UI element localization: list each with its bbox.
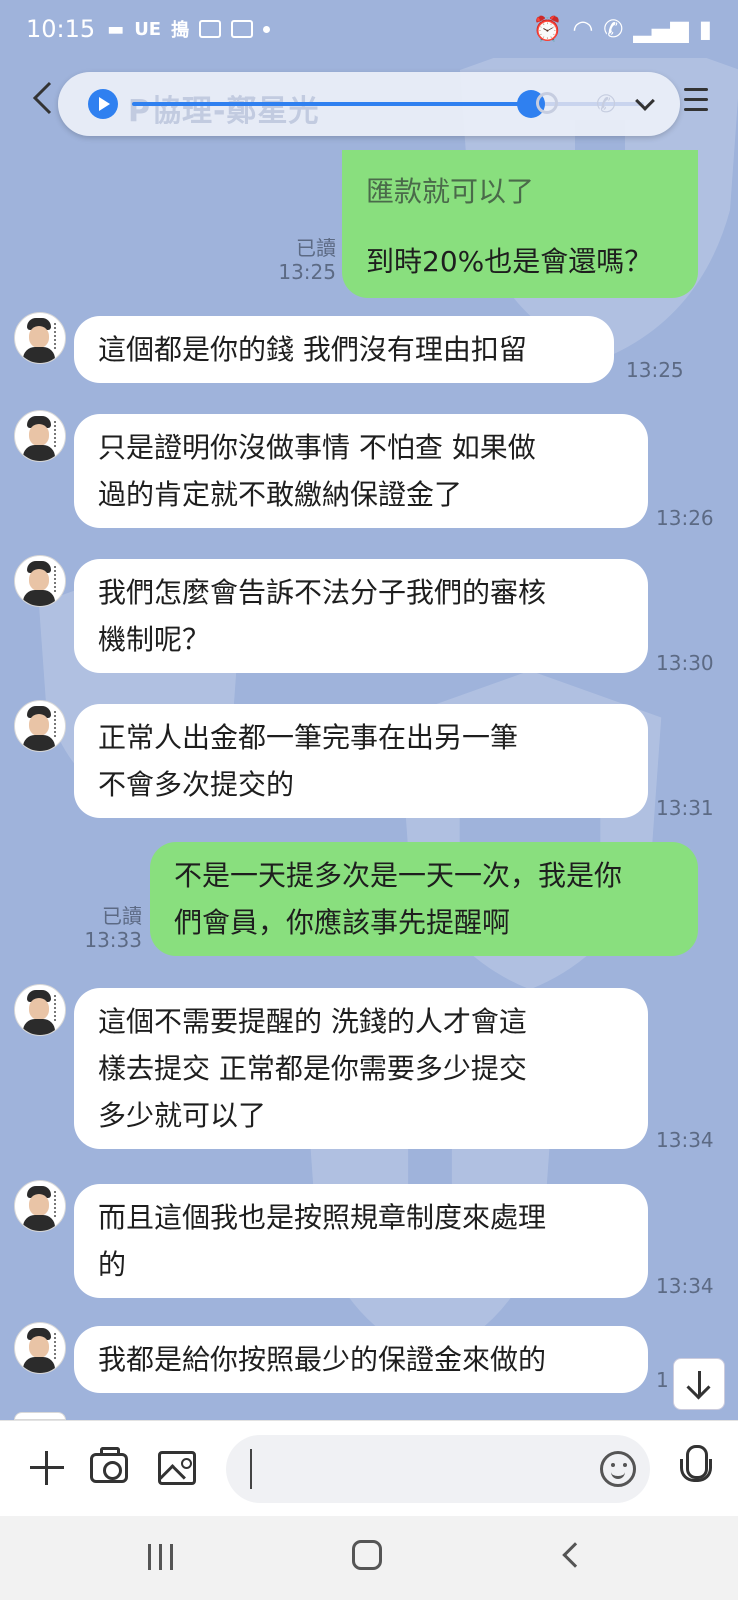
- gallery-icon: [199, 20, 222, 38]
- message-text-line: 只是證明你沒做事情 不怕查 如果做: [98, 431, 536, 464]
- message-time: 13:31: [656, 796, 714, 820]
- system-icons: ⏰ ◠ ✆ ▂▄▆ ▮: [532, 15, 712, 43]
- wifi-calling-icon: ✆: [603, 15, 624, 43]
- battery-icon: ▮: [698, 15, 712, 43]
- message-bubble-sent: 到時20%也是會還嗎？: [342, 228, 698, 298]
- message-bubble-sent: 不是一天提多次是一天一次，我是你 們會員，你應該事先提醒啊: [150, 842, 698, 956]
- ue-icon: UE: [134, 18, 162, 40]
- message-time: 13:34: [656, 1274, 714, 1298]
- read-receipt: 已讀 13:25: [278, 236, 336, 284]
- recent-apps-icon[interactable]: [148, 1544, 174, 1570]
- message-text-line: 過的肯定就不敢繳納保證金了: [98, 478, 463, 511]
- avatar[interactable]: [14, 700, 66, 752]
- emoji-icon[interactable]: [600, 1451, 636, 1487]
- message-bubble-received: 這個都是你的錢 我們沒有理由扣留: [74, 316, 614, 383]
- app-icon: 搗: [171, 20, 190, 41]
- back-icon[interactable]: [562, 1542, 588, 1568]
- screen-icon: [231, 20, 254, 38]
- home-icon[interactable]: [352, 1540, 382, 1570]
- message-input[interactable]: [226, 1435, 650, 1503]
- phone-icon[interactable]: ✆: [596, 90, 616, 118]
- message-text: 到時20%也是會還嗎？: [366, 245, 653, 278]
- notification-icons: ▬ UE 搗: [107, 16, 271, 42]
- message-text-line: 不會多次提交的: [98, 768, 295, 801]
- message-text-line: 多少就可以了: [98, 1099, 267, 1132]
- audio-player[interactable]: P協理-鄭星光 ✆: [58, 72, 680, 136]
- scroll-down-button[interactable]: [673, 1358, 725, 1410]
- avatar[interactable]: [14, 1180, 66, 1232]
- search-icon[interactable]: [536, 92, 558, 114]
- message-text-line: 而且這個我也是按照規章制度來處理: [98, 1201, 547, 1234]
- read-receipt: 已讀 13:33: [84, 904, 142, 952]
- message-text-line: 的: [98, 1248, 127, 1281]
- message-text-line: 這個不需要提醒的 洗錢的人才會這: [98, 1005, 527, 1038]
- message-bubble-sent: 匯款就可以了: [342, 150, 698, 228]
- message-text-line: 正常人出金都一筆完事在出另一筆: [98, 721, 519, 754]
- avatar[interactable]: [14, 555, 66, 607]
- avatar[interactable]: [14, 984, 66, 1036]
- plus-icon[interactable]: [30, 1451, 64, 1485]
- back-arrow-icon[interactable]: [30, 80, 54, 116]
- menu-icon[interactable]: [684, 88, 708, 112]
- chat-notification-icon: ▬: [107, 18, 125, 40]
- message-text-line: 我們怎麼會告訴不法分子我們的審核: [98, 576, 547, 609]
- alarm-icon: ⏰: [532, 15, 563, 43]
- audio-progress-fill: [132, 102, 532, 106]
- text-cursor: [250, 1449, 252, 1489]
- message-text-line: 樣去提交 正常都是你需要多少提交: [98, 1052, 527, 1085]
- wifi-icon: ◠: [572, 15, 594, 43]
- message-time: 13:30: [656, 651, 714, 675]
- message-text-line: 們會員，你應該事先提醒啊: [174, 906, 511, 939]
- message-bubble-received: 我都是給你按照最少的保證金來做的: [74, 1326, 648, 1393]
- message-time: 13:34: [656, 1128, 714, 1152]
- microphone-icon[interactable]: [678, 1445, 712, 1491]
- avatar[interactable]: [14, 312, 66, 364]
- message-input-bar: [0, 1420, 738, 1516]
- message-bubble-received: 我們怎麼會告訴不法分子我們的審核 機制呢？: [74, 559, 648, 673]
- image-icon[interactable]: [158, 1451, 196, 1485]
- message-time: 1: [656, 1368, 669, 1392]
- play-icon[interactable]: [88, 89, 118, 119]
- message-text: 匯款就可以了: [366, 175, 535, 208]
- audio-progress-track[interactable]: [132, 90, 644, 118]
- status-bar: 10:15 ▬ UE 搗 ⏰ ◠ ✆ ▂▄▆ ▮: [0, 0, 738, 58]
- message-text: 這個都是你的錢 我們沒有理由扣留: [98, 333, 527, 366]
- message-text-line: 機制呢？: [98, 623, 211, 656]
- signal-icon: ▂▄▆: [633, 15, 689, 43]
- camera-icon[interactable]: [90, 1447, 128, 1483]
- system-navigation-bar: [0, 1516, 738, 1600]
- avatar: [14, 1412, 66, 1420]
- message-bubble-received: 而且這個我也是按照規章制度來處理 的: [74, 1184, 648, 1298]
- chevron-down-icon[interactable]: [635, 91, 655, 111]
- message-text: 我都是給你按照最少的保證金來做的: [98, 1343, 547, 1376]
- message-time: 13:25: [626, 358, 684, 382]
- message-text-line: 不是一天提多次是一天一次，我是你: [174, 859, 623, 892]
- message-bubble-received: 這個不需要提醒的 洗錢的人才會這 樣去提交 正常都是你需要多少提交 多少就可以了: [74, 988, 648, 1149]
- avatar[interactable]: [14, 410, 66, 462]
- status-time: 10:15: [26, 15, 96, 43]
- chat-header: P協理-鄭星光 ✆: [0, 58, 738, 148]
- chat-title: P協理-鄭星光: [128, 94, 320, 129]
- message-bubble-received: 只是證明你沒做事情 不怕查 如果做 過的肯定就不敢繳納保證金了: [74, 414, 648, 528]
- message-time: 13:26: [656, 506, 714, 530]
- more-notifications-icon: [263, 25, 271, 33]
- avatar[interactable]: [14, 1322, 66, 1374]
- message-bubble-received: 正常人出金都一筆完事在出另一筆 不會多次提交的: [74, 704, 648, 818]
